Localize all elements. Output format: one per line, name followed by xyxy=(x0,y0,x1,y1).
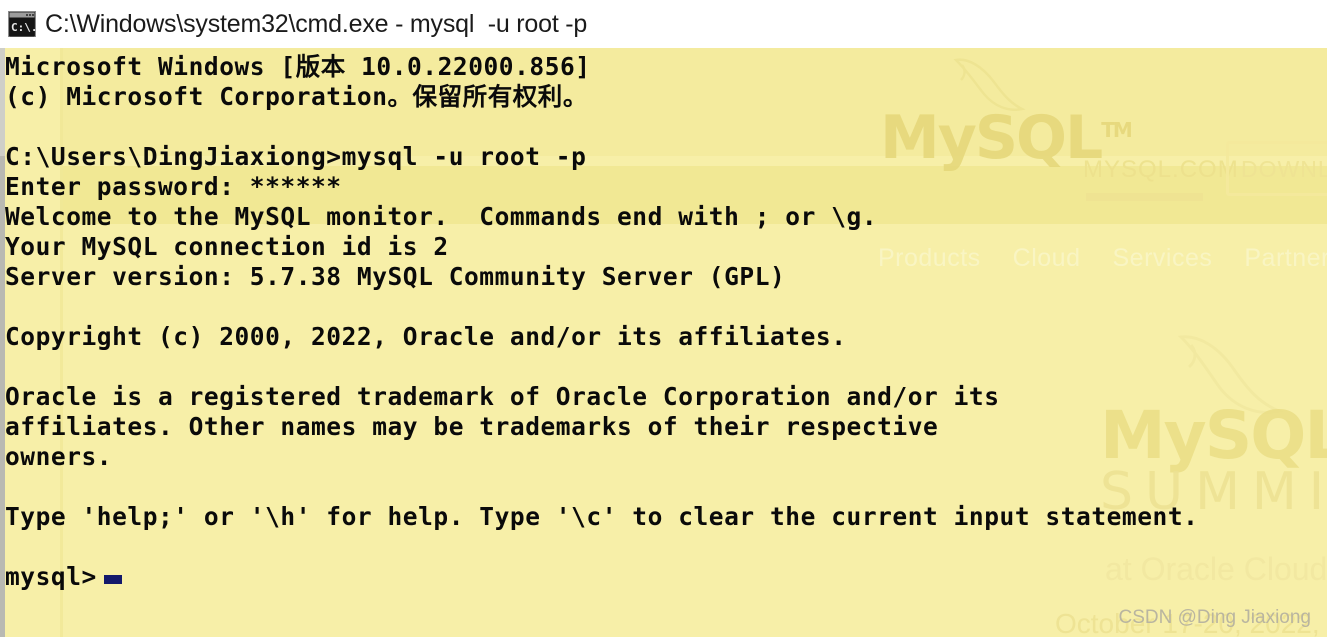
console-line: Microsoft Windows [版本 10.0.22000.856] xyxy=(5,52,591,81)
mysql-prompt-line[interactable]: mysql> xyxy=(5,562,1327,592)
console-line: Enter password: ****** xyxy=(5,172,342,201)
console-line: C:\Users\DingJiaxiong>mysql -u root -p xyxy=(5,142,587,171)
console-line: Your MySQL connection id is 2 xyxy=(5,232,449,261)
console-line: Server version: 5.7.38 MySQL Community S… xyxy=(5,262,786,291)
text-cursor xyxy=(103,575,122,584)
console-line: Welcome to the MySQL monitor. Commands e… xyxy=(5,202,878,231)
console-line: (c) Microsoft Corporation。保留所有权利。 xyxy=(5,82,588,111)
console-line: owners. xyxy=(5,442,113,471)
console-line: Copyright (c) 2000, 2022, Oracle and/or … xyxy=(5,322,847,351)
svg-text:C:\.: C:\. xyxy=(11,21,36,34)
window-title: C:\Windows\system32\cmd.exe - mysql -u r… xyxy=(45,9,588,38)
csdn-watermark: CSDN @Ding Jiaxiong xyxy=(1118,607,1311,628)
console-line: Oracle is a registered trademark of Orac… xyxy=(5,382,1000,411)
window-titlebar: C:\. C:\Windows\system32\cmd.exe - mysql… xyxy=(0,0,1327,48)
console-output: Microsoft Windows [版本 10.0.22000.856] (c… xyxy=(0,48,1327,592)
console-line: affiliates. Other names may be trademark… xyxy=(5,412,939,441)
console-line: Type 'help;' or '\h' for help. Type '\c'… xyxy=(5,502,1199,531)
cmd-window: C:\. C:\Windows\system32\cmd.exe - mysql… xyxy=(0,0,1327,637)
terminal-surface[interactable]: MySQLTM MYSQL.COM DOWNLOADS ProductsClou… xyxy=(0,48,1327,637)
mysql-prompt: mysql> xyxy=(5,562,97,591)
vertical-scrollbar[interactable] xyxy=(0,48,5,637)
scrollbar-thumb[interactable] xyxy=(0,48,5,156)
cmd-console-icon: C:\. xyxy=(8,11,38,37)
